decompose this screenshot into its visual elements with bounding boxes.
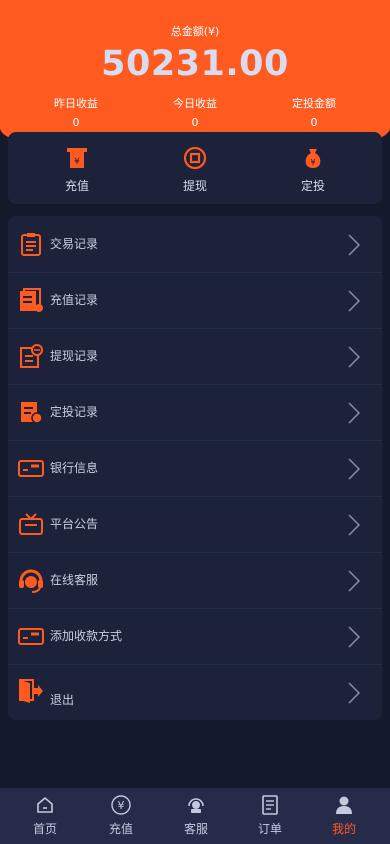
atm-yuan-icon: ¥ <box>65 146 89 170</box>
tab-label: 首页 <box>32 822 57 836</box>
stat-today: 今日收益 0 <box>135 95 255 129</box>
menu-item-logout[interactable]: 退出 <box>8 664 382 720</box>
support-icon <box>185 794 207 816</box>
stat-label: 定投金额 <box>292 97 336 110</box>
stat-label: 昨日收益 <box>54 97 98 110</box>
tab-label: 客服 <box>183 822 208 836</box>
headset-icon <box>18 567 44 593</box>
total-amount-value: 50231.00 <box>101 44 289 84</box>
svg-text:¥: ¥ <box>310 158 315 167</box>
menu-item-label: 平台公告 <box>50 517 99 531</box>
action-label: 充值 <box>64 179 89 193</box>
stat-label: 今日收益 <box>173 97 217 110</box>
money-bag-icon: ¥ <box>301 146 325 170</box>
tab-recharge[interactable]: ¥ 充值 <box>82 794 160 837</box>
menu-item-label: 银行信息 <box>50 461 99 475</box>
menu-item-bank-info[interactable]: 银行信息 <box>8 440 382 497</box>
svg-text:¥: ¥ <box>74 157 80 167</box>
chevron-right-icon <box>348 290 361 312</box>
tab-orders[interactable]: 订单 <box>231 794 309 837</box>
withdraw-doc-icon <box>18 343 44 369</box>
order-icon <box>259 794 281 816</box>
menu-item-investment-records[interactable]: 定投记录 <box>8 384 382 441</box>
stats-row: 昨日收益 0 今日收益 0 定投金额 0 <box>0 95 390 131</box>
menu-item-label: 提现记录 <box>50 349 99 363</box>
chevron-right-icon <box>348 626 361 648</box>
stat-value: 0 <box>310 116 318 129</box>
announcement-icon <box>18 511 44 537</box>
add-card-icon <box>18 623 44 649</box>
chevron-right-icon <box>348 514 361 536</box>
chevron-right-icon <box>348 234 361 256</box>
menu-item-label: 交易记录 <box>50 237 99 251</box>
chevron-right-icon <box>348 346 361 368</box>
menu-item-label: 定投记录 <box>50 405 99 419</box>
menu-item-transactions[interactable]: 交易记录 <box>8 216 382 273</box>
withdraw-coin-icon <box>183 146 207 170</box>
tab-label: 充值 <box>108 822 133 836</box>
logout-icon <box>18 678 44 704</box>
chevron-right-icon <box>348 458 361 480</box>
menu-item-label: 退出 <box>50 693 75 707</box>
yuan-circle-icon: ¥ <box>110 794 132 816</box>
tab-support[interactable]: 客服 <box>157 794 235 837</box>
investment-action-button[interactable]: ¥ 定投 <box>278 146 348 194</box>
bank-card-icon <box>18 455 44 481</box>
menu-item-label: 在线客服 <box>50 573 99 587</box>
withdraw-action-button[interactable]: 提现 <box>160 146 230 194</box>
menu-item-add-payment-method[interactable]: 添加收款方式 <box>8 608 382 665</box>
menu-item-withdraw-records[interactable]: 提现记录 <box>8 328 382 385</box>
quick-actions: ¥ 充值 提现 ¥ 定投 <box>8 132 382 204</box>
stat-value: 0 <box>191 116 199 129</box>
total-amount-label: 总金额(¥) <box>170 25 220 38</box>
menu-item-announcements[interactable]: 平台公告 <box>8 496 382 553</box>
bottom-tab-bar: 首页 ¥ 充值 客服 订单 我的 <box>0 788 390 844</box>
tab-profile[interactable]: 我的 <box>305 794 383 837</box>
menu-list: 交易记录 充值记录 提现记录 定投记录 银行信息 平台公告 在线客服 添加收款方… <box>8 216 382 720</box>
action-label: 提现 <box>182 179 207 193</box>
action-label: 定投 <box>300 179 325 193</box>
recharge-action-button[interactable]: ¥ 充值 <box>42 146 112 194</box>
menu-item-label: 添加收款方式 <box>50 629 123 643</box>
invest-doc-icon <box>18 399 44 425</box>
user-icon <box>333 794 355 816</box>
menu-item-online-support[interactable]: 在线客服 <box>8 552 382 609</box>
menu-item-recharge-records[interactable]: 充值记录 <box>8 272 382 329</box>
stat-investment: 定投金额 0 <box>254 95 374 129</box>
tab-label: 订单 <box>257 822 282 836</box>
menu-item-label: 充值记录 <box>50 293 99 307</box>
home-icon <box>34 794 56 816</box>
svg-text:¥: ¥ <box>118 799 125 812</box>
recharge-doc-icon <box>18 287 44 313</box>
chevron-right-icon <box>348 682 361 704</box>
clipboard-icon <box>18 231 44 257</box>
chevron-right-icon <box>348 402 361 424</box>
chevron-right-icon <box>348 570 361 592</box>
tab-home[interactable]: 首页 <box>6 794 84 837</box>
stat-value: 0 <box>72 116 80 129</box>
tab-label: 我的 <box>331 822 356 836</box>
stat-yesterday: 昨日收益 0 <box>16 95 136 129</box>
